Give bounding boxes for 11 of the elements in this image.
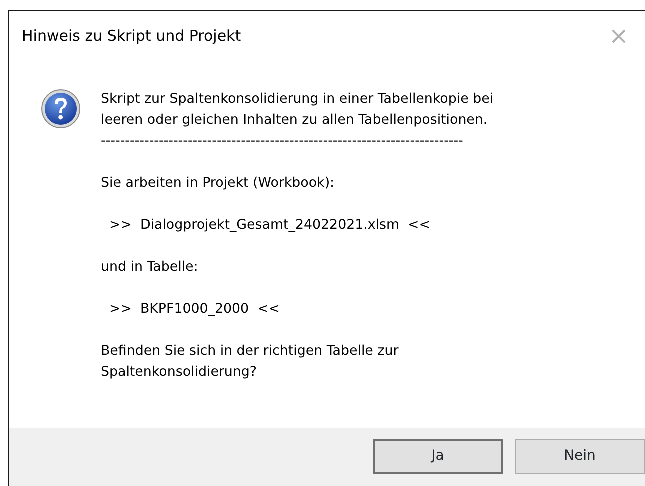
message-text: und in Tabelle: (101, 259, 200, 277)
dialog-button[interactable]: Nein (515, 438, 645, 474)
message-text: Sie arbeiten in Projekt (Workbook): (101, 175, 336, 193)
separator-text: --------------------------------------------------------------------------- (101, 133, 464, 151)
message-text: >> Dialogprojekt_Gesamt_24022021.xlsm << (108, 217, 432, 235)
message-text: >> BKPF1000_2000 << (108, 301, 282, 319)
question-icon (41, 89, 81, 129)
window-title: Hinweis zu Skript und Projekt (22, 26, 242, 47)
message-text: Skript zur Spaltenkonsolidierung in einer Tabellenkopie bei leeren oder gleichen Inhalten zu allen Tabellenpositionen. (101, 91, 495, 130)
dialog-button[interactable]: Ja (373, 438, 503, 474)
message-text: Befinden Sie sich in der richtigen Tabelle zur Spaltenkonsolidierung? (101, 343, 400, 382)
